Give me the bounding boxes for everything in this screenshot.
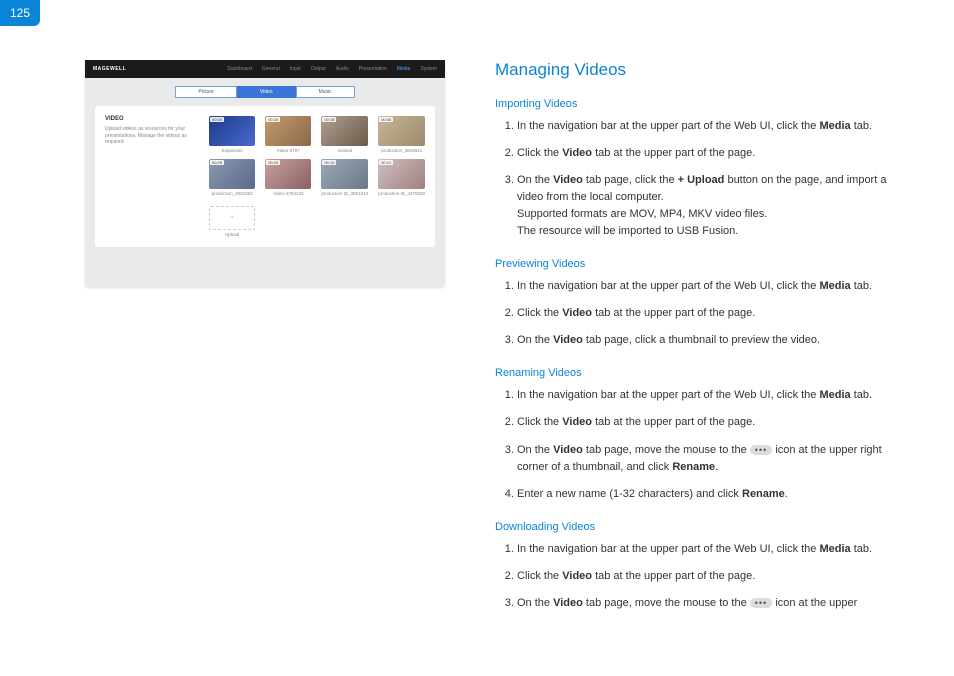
mock-nav-item: Presentation [359,66,387,72]
step-item: On the Video tab page, move the mouse to… [517,442,894,476]
mock-thumb-label: Video-3794120 [265,191,311,196]
bold-text: Video [553,174,583,186]
mock-tab: Music [296,86,355,98]
step-item: In the navigation bar at the upper part … [517,541,894,558]
screenshot-figure: MAGEWELL Dashboard General Input Output Audi… [85,60,445,622]
step-item: Click the Video tab at the upper part of… [517,305,894,322]
bold-text: Media [819,120,850,132]
mock-thumbnail: 00:18 Iceland [321,116,368,153]
step-item: In the navigation bar at the upper part … [517,278,894,295]
mock-thumb-label: production_3002352 [209,191,255,196]
ellipsis-icon: ••• [750,445,772,455]
bold-text: Rename [672,461,715,473]
mock-upload-label: Upload [209,232,255,237]
mock-thumbnail: 00:08 production_3818641 [378,116,425,153]
mock-thumb-label: production ID_3851610 [321,191,368,196]
mock-duration-badge: 00:10 [322,160,336,165]
bold-text: Media [819,280,850,292]
section-heading: Previewing Videos [495,258,894,270]
mock-nav-item: Output [311,66,326,72]
bold-text: Rename [742,488,785,500]
step-item: On the Video tab page, click a thumbnail… [517,332,894,349]
app-screenshot-mock: MAGEWELL Dashboard General Input Output Audi… [85,60,445,287]
section-heading: Renaming Videos [495,367,894,379]
bold-text: Video [553,334,583,346]
mock-thumbnail: 00:20 Video-3707 [265,116,311,153]
mock-duration-badge: 00:05 [210,117,224,122]
mock-topbar: MAGEWELL Dashboard General Input Output Audi… [85,60,445,78]
step-item: In the navigation bar at the upper part … [517,387,894,404]
mock-duration-badge: 00:25 [210,160,224,165]
mock-thumb-label: production_3818641 [378,148,425,153]
mock-nav-item: Media [397,66,411,72]
bold-text: Video [553,444,583,456]
mock-side-title: VIDEO [105,116,197,122]
step-item: Click the Video tab at the upper part of… [517,568,894,585]
mock-thumbnail-grid: 00:05 Expansion 00:20 Video-3707 00:18 Icelan… [209,116,425,237]
document-page: 125 MAGEWELL Dashboard General Input Output… [0,0,954,676]
step-list: In the navigation bar at the upper part … [495,387,894,502]
mock-nav-item: System [420,66,437,72]
step-list: In the navigation bar at the upper part … [495,541,894,612]
content-column: Managing Videos Importing Videos In the n… [495,60,894,622]
brand-logo: MAGEWELL [93,66,126,72]
bold-text: Video [562,570,592,582]
page-title: Managing Videos [495,60,894,80]
bold-text: + Upload [678,174,725,186]
bold-text: Video [562,307,592,319]
step-list: In the navigation bar at the upper part … [495,118,894,240]
section-heading: Importing Videos [495,98,894,110]
mock-panel: VIDEO Upload videos as resources for you… [95,106,435,247]
bold-text: Video [553,597,583,609]
mock-duration-badge: 00:23 [266,160,280,165]
mock-thumbnail: 00:05 Expansion [209,116,255,153]
mock-nav-item: Dashboard [227,66,251,72]
mock-thumbnail: 00:12 production ID_4370830 [378,159,425,196]
mock-thumb-label: Video-3707 [265,148,311,153]
mock-nav-item: General [262,66,280,72]
bold-text: Video [562,416,592,428]
step-item: On the Video tab page, click the + Uploa… [517,172,894,240]
step-item: Enter a new name (1-32 characters) and c… [517,486,894,503]
mock-thumb-label: production ID_4370830 [378,191,425,196]
step-item: Click the Video tab at the upper part of… [517,414,894,431]
mock-nav-item: Input [290,66,301,72]
mock-upload-tile: + Upload [209,206,255,237]
mock-tab: Picture [175,86,237,98]
mock-side: VIDEO Upload videos as resources for you… [105,116,197,237]
mock-tab: Video [237,86,296,98]
mock-thumbnail: 00:25 production_3002352 [209,159,255,196]
mock-nav: Dashboard General Input Output Audio Presenta… [227,66,437,72]
mock-duration-badge: 00:08 [379,117,393,122]
mock-duration-badge: 00:12 [379,160,393,165]
bold-text: Video [562,147,592,159]
mock-thumb-label: Iceland [321,148,368,153]
page-number-badge: 125 [0,0,40,26]
ellipsis-icon: ••• [750,598,772,608]
plus-icon: + [209,206,255,230]
mock-nav-item: Audio [336,66,349,72]
sections-container: Importing Videos In the navigation bar at… [495,98,894,612]
section-heading: Downloading Videos [495,521,894,533]
two-column-layout: MAGEWELL Dashboard General Input Output Audi… [0,0,954,642]
mock-side-desc: Upload videos as resources for your pres… [105,126,197,146]
bold-text: Media [819,389,850,401]
step-item: Click the Video tab at the upper part of… [517,145,894,162]
mock-duration-badge: 00:20 [266,117,280,122]
step-item: In the navigation bar at the upper part … [517,118,894,135]
mock-tabs: PictureVideoMusic [85,86,445,98]
bold-text: Media [819,543,850,555]
mock-duration-badge: 00:18 [322,117,336,122]
step-item: On the Video tab page, move the mouse to… [517,595,894,612]
mock-thumbnail: 00:23 Video-3794120 [265,159,311,196]
mock-thumbnail: 00:10 production ID_3851610 [321,159,368,196]
mock-thumb-label: Expansion [209,148,255,153]
step-list: In the navigation bar at the upper part … [495,278,894,349]
